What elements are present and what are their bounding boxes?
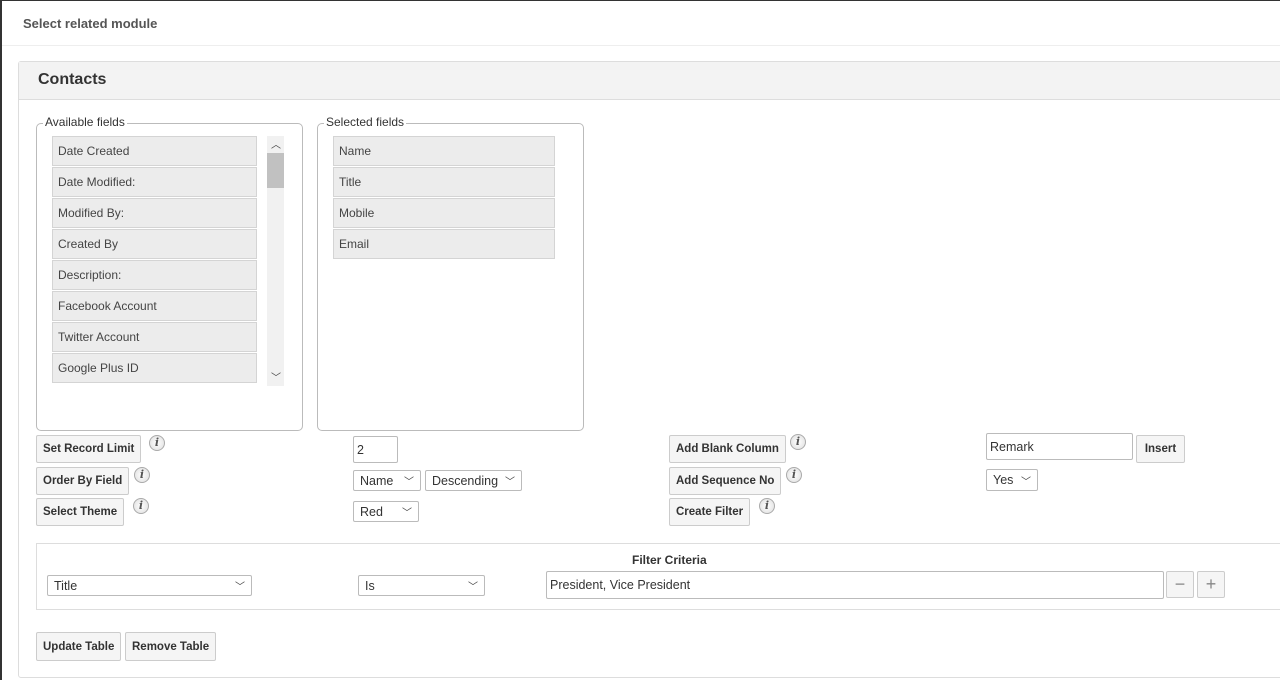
chevron-down-icon: ﹀ — [404, 477, 414, 488]
field-list-item[interactable]: Title — [333, 167, 555, 197]
modal-title: Select related module — [23, 16, 158, 31]
create-filter-button[interactable]: Create Filter — [669, 498, 751, 526]
add-sequence-no-button[interactable]: Add Sequence No — [669, 467, 782, 495]
update-table-button[interactable]: Update Table — [36, 632, 122, 661]
order-field-select[interactable]: Name ﹀ — [353, 470, 421, 491]
filter-field-select[interactable]: Title ﹀ — [47, 575, 252, 596]
chevron-down-icon: ﹀ — [235, 582, 245, 593]
filter-value-input[interactable]: President, Vice President — [546, 571, 1164, 599]
field-list-item[interactable]: Facebook Account — [52, 291, 257, 321]
field-list-item[interactable]: Name — [333, 136, 555, 166]
add-blank-column-button[interactable]: Add Blank Column — [669, 435, 786, 463]
filter-operator-value: Is — [365, 578, 375, 593]
info-icon[interactable]: i — [133, 498, 149, 514]
info-icon[interactable]: i — [149, 435, 165, 451]
field-list-item[interactable]: Twitter Account — [52, 322, 257, 352]
chevron-down-icon: ﹀ — [1021, 476, 1031, 488]
field-list-item[interactable]: Created By — [52, 229, 257, 259]
field-list-item[interactable]: Modified By: — [52, 198, 257, 228]
remove-table-button[interactable]: Remove Table — [125, 632, 217, 661]
field-list-item[interactable]: Mobile — [333, 198, 555, 228]
sequence-value: Yes — [993, 473, 1014, 487]
theme-value: Red — [360, 504, 383, 519]
record-limit-input[interactable]: 2 — [353, 436, 398, 463]
order-direction-value: Descending — [432, 473, 499, 488]
filter-criteria-heading: Filter Criteria — [632, 553, 707, 567]
info-icon[interactable]: i — [759, 498, 775, 514]
panel-header — [19, 62, 1280, 100]
filter-operator-select[interactable]: Is ﹀ — [358, 575, 485, 596]
available-fields-legend: Available fields — [43, 115, 127, 129]
sequence-select[interactable]: Yes ﹀ — [986, 469, 1038, 491]
field-list-item[interactable]: Date Created — [52, 136, 257, 166]
remove-filter-button[interactable]: − — [1166, 571, 1194, 598]
order-direction-select[interactable]: Descending ﹀ — [425, 470, 522, 491]
chevron-down-icon: ﹀ — [402, 508, 412, 519]
blank-column-input[interactable]: Remark — [986, 433, 1133, 460]
scrollbar-thumb[interactable] — [267, 153, 284, 188]
set-record-limit-button[interactable]: Set Record Limit — [36, 435, 142, 463]
insert-button[interactable]: Insert — [1136, 435, 1185, 463]
scrollbar[interactable]: ︿ ﹀ — [267, 136, 284, 386]
chevron-down-icon: ﹀ — [505, 477, 515, 488]
filter-field-value: Title — [54, 578, 78, 593]
select-theme-button[interactable]: Select Theme — [36, 498, 125, 526]
divider — [2, 45, 1280, 46]
info-icon[interactable]: i — [786, 467, 802, 483]
selected-fields-legend: Selected fields — [324, 115, 407, 129]
info-icon[interactable]: i — [134, 467, 150, 483]
scroll-down-icon[interactable]: ﹀ — [271, 369, 281, 384]
order-field-value: Name — [360, 473, 394, 488]
field-list-item[interactable]: Date Modified: — [52, 167, 257, 197]
panel-title: Contacts — [38, 71, 107, 88]
field-list-item[interactable]: Email — [333, 229, 555, 259]
field-list-item[interactable]: Description: — [52, 260, 257, 290]
chevron-down-icon: ﹀ — [468, 582, 478, 593]
add-filter-button[interactable]: + — [1197, 571, 1225, 598]
info-icon[interactable]: i — [790, 434, 806, 450]
order-by-field-button[interactable]: Order By Field — [36, 467, 130, 495]
field-list-item[interactable]: Google Plus ID — [52, 353, 257, 383]
theme-select[interactable]: Red ﹀ — [353, 501, 419, 522]
scroll-up-icon[interactable]: ︿ — [271, 136, 281, 151]
